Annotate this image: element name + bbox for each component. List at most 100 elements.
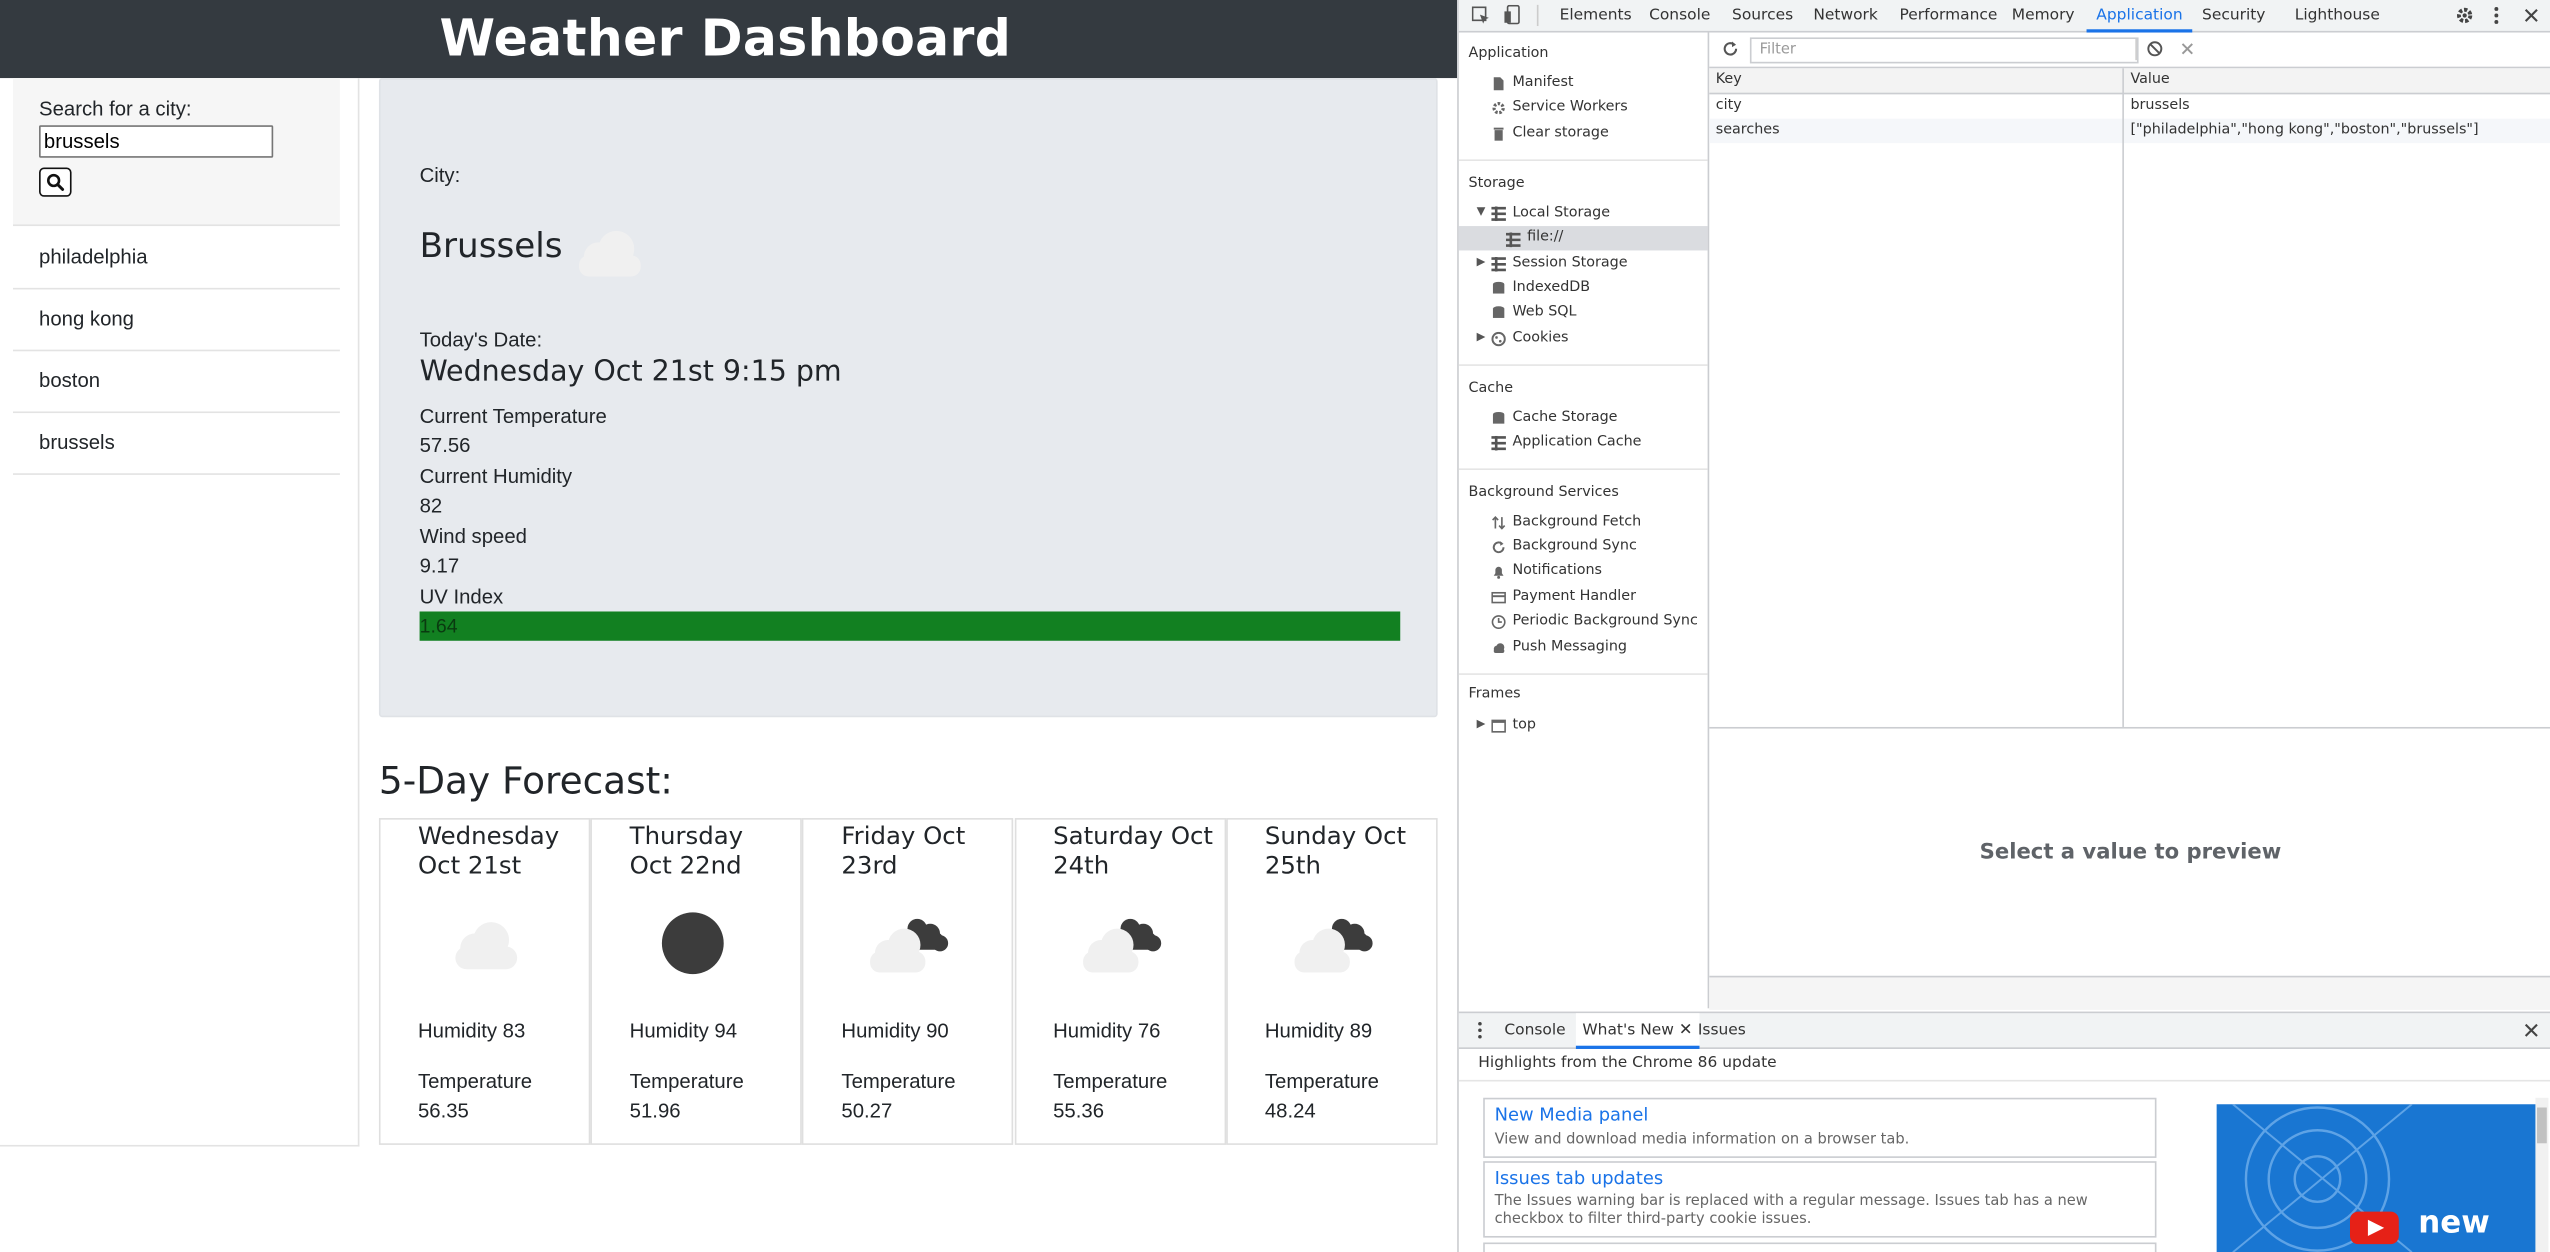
tab-memory[interactable]: Memory xyxy=(2012,0,2075,31)
section-application: Application xyxy=(1468,45,1549,62)
delete-selected-icon[interactable] xyxy=(2181,42,2194,55)
table-row[interactable]: searches ["philadelphia","hong kong","bo… xyxy=(1709,118,2550,144)
tab-console[interactable]: Console xyxy=(1649,0,1710,31)
inspect-element-icon[interactable] xyxy=(1471,6,1490,25)
row-value: brussels xyxy=(2130,97,2190,114)
drawer-tab-console[interactable]: Console xyxy=(1504,1013,1565,1047)
expand-arrow-icon[interactable]: ▼ xyxy=(1477,205,1486,218)
expand-arrow-icon[interactable]: ▶ xyxy=(1477,330,1486,343)
tab-performance[interactable]: Performance xyxy=(1900,0,1998,31)
news-title-link[interactable]: New Media panel xyxy=(1495,1104,1649,1125)
close-tab-icon[interactable]: ✕ xyxy=(1679,1021,1693,1039)
forecast-date: Friday Oct 23rd xyxy=(841,821,966,880)
grid-icon xyxy=(1491,256,1506,272)
gear-icon[interactable] xyxy=(2456,7,2474,25)
preview-placeholder: Select a value to preview xyxy=(1979,840,2282,866)
sidebar-item-periodic-background-sync[interactable]: Periodic Background Sync xyxy=(1512,613,1697,629)
table-row[interactable]: city brussels xyxy=(1709,94,2550,118)
temperature-label: Current Temperature xyxy=(419,404,607,428)
sidebar-item-service-workers[interactable]: Service Workers xyxy=(1512,99,1627,115)
tab-sources[interactable]: Sources xyxy=(1732,0,1793,31)
close-icon[interactable] xyxy=(2524,8,2539,23)
sidebar-item-manifest[interactable]: Manifest xyxy=(1512,75,1573,91)
column-value[interactable]: Value xyxy=(2130,68,2169,92)
section-cache: Cache xyxy=(1468,380,1514,397)
devtools-panel: Elements Console Sources Network Perform… xyxy=(1457,0,2550,1252)
sidebar-item-top-frame[interactable]: top xyxy=(1512,717,1535,733)
forecast-temp-value: 51.96 xyxy=(629,1099,681,1123)
sidebar-item-background-fetch[interactable]: Background Fetch xyxy=(1512,514,1641,530)
sidebar-item-clear-storage[interactable]: Clear storage xyxy=(1512,125,1608,141)
clear-all-icon[interactable] xyxy=(2147,41,2163,57)
news-description: View and download media information on a… xyxy=(1494,1131,1910,1149)
tab-elements[interactable]: Elements xyxy=(1560,0,1632,31)
uv-value: 1.64 xyxy=(419,614,458,638)
forecast-temp-value: 48.24 xyxy=(1264,1099,1316,1123)
more-vert-icon[interactable] xyxy=(2493,6,2500,25)
sidebar-item-cache-storage[interactable]: Cache Storage xyxy=(1512,410,1617,426)
sidebar-item-session-storage[interactable]: Session Storage xyxy=(1512,255,1627,271)
refresh-icon[interactable] xyxy=(1722,41,1738,57)
cookie-icon xyxy=(1491,331,1506,347)
history-item[interactable]: philadelphia xyxy=(13,228,340,290)
forecast-card: Wednesday Oct 21st Humidity 83 Temperatu… xyxy=(378,818,591,1145)
column-key[interactable]: Key xyxy=(1716,68,1742,92)
news-card[interactable] xyxy=(1483,1242,2157,1252)
humidity-value: 82 xyxy=(419,494,443,518)
scrollbar-thumb[interactable] xyxy=(2537,1107,2547,1144)
history-item[interactable]: hong kong xyxy=(13,289,340,352)
search-input[interactable]: brussels xyxy=(39,125,274,158)
history-item[interactable]: brussels xyxy=(13,413,340,475)
broken-clouds-icon xyxy=(1082,918,1161,973)
drawer-tab-whats-new[interactable]: What's New ✕ xyxy=(1575,1013,1699,1049)
drawer-menu-icon[interactable] xyxy=(1477,1021,1484,1039)
row-key: searches xyxy=(1715,121,1780,139)
sidebar-item-payment-handler[interactable]: Payment Handler xyxy=(1512,589,1636,605)
tab-lighthouse[interactable]: Lighthouse xyxy=(2295,0,2380,31)
sidebar-item-notifications[interactable]: Notifications xyxy=(1512,563,1602,579)
forecast-humidity: Humidity 89 xyxy=(1264,1019,1373,1043)
grid-icon xyxy=(1491,206,1506,222)
news-card[interactable]: Issues tab updates The Issues warning ba… xyxy=(1483,1161,2157,1238)
close-drawer-icon[interactable] xyxy=(2524,1023,2539,1038)
search-label: Search for a city: xyxy=(39,97,192,121)
search-history-list: philadelphia hong kong boston brussels xyxy=(13,228,340,475)
search-button[interactable] xyxy=(39,167,72,197)
device-toolbar-icon[interactable] xyxy=(1504,4,1522,25)
expand-arrow-icon[interactable]: ▶ xyxy=(1477,717,1486,730)
forecast-date: Sunday Oct 25th xyxy=(1264,821,1407,880)
document-icon xyxy=(1493,77,1504,91)
sidebar-item-application-cache[interactable]: Application Cache xyxy=(1512,434,1641,450)
sidebar-item-local-storage[interactable]: Local Storage xyxy=(1512,205,1610,221)
tab-application[interactable]: Application xyxy=(2086,0,2193,33)
current-weather-card: City: Brussels Today's Date: Wednesday O… xyxy=(378,78,1438,718)
sidebar-item-web-sql[interactable]: Web SQL xyxy=(1512,304,1576,320)
news-title-link[interactable]: Issues tab updates xyxy=(1495,1168,1664,1189)
history-item[interactable]: boston xyxy=(13,351,340,414)
row-key: city xyxy=(1715,97,1742,114)
expand-arrow-icon[interactable]: ▶ xyxy=(1477,255,1486,268)
tab-security[interactable]: Security xyxy=(2202,0,2265,31)
sync-icon xyxy=(1492,541,1505,554)
drawer-scrollbar[interactable] xyxy=(2535,1097,2549,1252)
tab-network[interactable]: Network xyxy=(1813,0,1878,31)
forecast-temp-label: Temperature xyxy=(841,1070,956,1093)
news-description: The Issues warning bar is replaced with … xyxy=(1494,1193,2088,1228)
video-thumbnail[interactable]: new xyxy=(2216,1104,2538,1252)
forecast-temp-label: Temperature xyxy=(1053,1070,1168,1093)
filter-input[interactable]: Filter xyxy=(1749,37,2139,64)
drawer-tab-issues[interactable]: Issues xyxy=(1698,1013,1746,1047)
forecast-date: Saturday Oct 24th xyxy=(1053,821,1214,880)
sidebar-item-cookies[interactable]: Cookies xyxy=(1512,330,1568,346)
sidebar-item-background-sync[interactable]: Background Sync xyxy=(1512,538,1636,554)
devtools-tab-bar: Elements Console Sources Network Perform… xyxy=(1458,0,2550,33)
sidebar-item-indexeddb[interactable]: IndexedDB xyxy=(1512,280,1590,296)
news-card[interactable]: New Media panel View and download media … xyxy=(1483,1097,2157,1158)
fetch-arrows-icon xyxy=(1492,515,1506,530)
preview-footer xyxy=(1709,975,2550,1010)
cloud-icon xyxy=(578,230,641,277)
sidebar-item-file-origin[interactable]: file:// xyxy=(1527,229,1563,245)
column-divider[interactable] xyxy=(2122,68,2124,727)
sidebar-item-push-messaging[interactable]: Push Messaging xyxy=(1512,639,1627,655)
bell-icon xyxy=(1493,566,1504,579)
